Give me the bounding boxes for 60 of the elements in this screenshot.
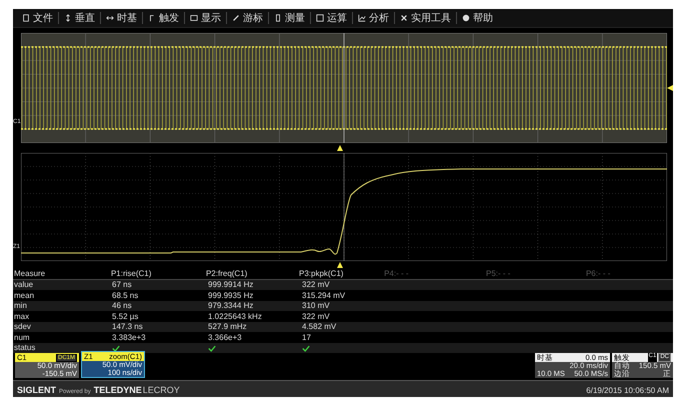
trigger-position-marker-icon (337, 262, 343, 268)
menu-icon (64, 14, 72, 22)
table-cell-text: 4.582 mV (301, 322, 338, 332)
menu-item[interactable]: 游标 (227, 11, 268, 26)
table-cell-text: 3.383e+3 (111, 332, 147, 343)
menu-icon (22, 14, 30, 22)
menu-icon (316, 14, 324, 22)
menu-icon (462, 14, 470, 22)
row-label: num (13, 332, 31, 343)
menu-icon (232, 14, 240, 22)
trigger-position-marker-icon (337, 145, 343, 152)
row-label: min (13, 301, 28, 312)
table-cell-text: 310 mV (301, 301, 331, 312)
menu-icon (148, 14, 156, 22)
row-label: status (13, 343, 36, 354)
table-cell-text: 979.3344 Hz (207, 301, 254, 312)
table-cell-text: 527.9 mHz (207, 322, 248, 332)
table-cell-text: 46 ns (111, 301, 133, 312)
partner-logo-suffix: LECROY (142, 385, 180, 396)
menu-item[interactable]: 触发 (143, 11, 184, 26)
menu-item[interactable]: 文件 (17, 11, 58, 26)
column-header: P3:pkpk(C1) (298, 268, 344, 279)
table-cell-text: 17 (301, 332, 312, 343)
table-cell-text: 68.5 ns (111, 290, 140, 301)
column-header: P5:- - - (485, 268, 512, 279)
partner-logo: TELEDYNE (94, 385, 142, 396)
menu-item[interactable]: 运算 (311, 11, 352, 26)
menu-icon (274, 14, 282, 22)
table-cell-text: 322 mV (301, 280, 331, 290)
table-cell-text: 315.294 mV (301, 290, 346, 301)
table-cell-text: 999.9914 Hz (207, 280, 254, 290)
column-header: P6:- - - (584, 268, 612, 279)
menu-icon (106, 14, 114, 22)
date-time: 6/19/2015 10:06:50 AM (586, 386, 669, 396)
menu-item[interactable]: 时基 (101, 11, 142, 26)
menu-icon (358, 14, 366, 22)
table-cell-text: 1.0225643 kHz (207, 312, 263, 322)
row-label: max (13, 312, 30, 322)
table-cell-text: 5.52 µs (111, 312, 140, 322)
menu-item[interactable]: 分析 (353, 11, 394, 26)
row-label: sdev (13, 322, 32, 332)
menu-icon (190, 14, 198, 22)
column-header: Measure (13, 268, 46, 279)
table-cell-text: 999.9935 Hz (207, 290, 254, 301)
column-header: P2:freq(C1) (204, 268, 248, 279)
table-cell-text: 67 ns (111, 280, 133, 290)
column-header: P4:- - - (383, 268, 410, 279)
menu-item[interactable]: 测量 (269, 11, 310, 26)
row-label: value (13, 280, 34, 290)
column-header: P1:rise(C1) (110, 268, 152, 279)
table-cell-text: 322 mV (301, 312, 331, 322)
row-label: mean (13, 290, 36, 301)
menu-item[interactable]: 帮助 (457, 11, 498, 26)
menu-item[interactable]: 实用工具 (395, 11, 456, 26)
menu-item[interactable]: 显示 (185, 11, 226, 26)
table-cell-text: 3.366e+3 (207, 332, 243, 343)
menu-item[interactable]: 垂直 (59, 11, 100, 26)
table-cell-text: 147.3 ns (111, 322, 144, 332)
menu-icon (400, 14, 408, 22)
brand-logo: SIGLENT (17, 385, 56, 396)
